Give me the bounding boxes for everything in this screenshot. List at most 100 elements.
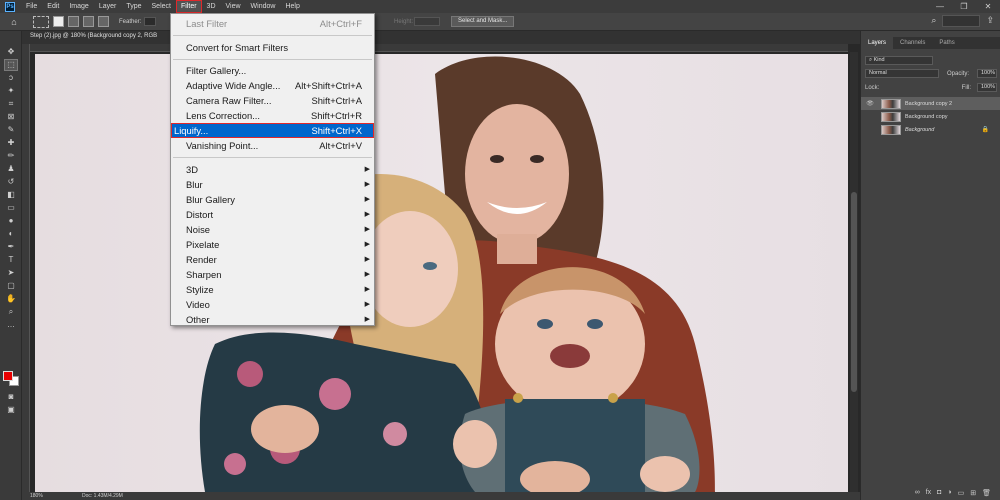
restore-icon[interactable]: ❐: [952, 0, 976, 13]
opacity-input[interactable]: 100%: [976, 69, 997, 78]
close-icon[interactable]: ✕: [976, 0, 1000, 13]
move-tool-icon[interactable]: ✥: [5, 47, 17, 57]
menu-view[interactable]: View: [221, 0, 246, 13]
menu-item-convert-smart-filters[interactable]: Convert for Smart Filters: [171, 40, 374, 55]
feather-input[interactable]: [144, 17, 157, 26]
healing-brush-icon[interactable]: ✚: [5, 138, 17, 148]
blend-mode-dropdown[interactable]: Normal: [865, 69, 939, 78]
scrollbar-thumb[interactable]: [851, 192, 857, 392]
menu-item-adaptive-wide-angle[interactable]: Adaptive Wide Angle... Alt+Shift+Ctrl+A: [171, 78, 374, 93]
horizontal-ruler: [22, 44, 848, 52]
menu-item-lens-correction[interactable]: Lens Correction... Shift+Ctrl+R: [171, 108, 374, 123]
hand-tool-icon[interactable]: ✋: [5, 294, 17, 304]
photoshop-logo-icon[interactable]: Ps: [5, 1, 15, 12]
menu-3d[interactable]: 3D: [202, 0, 221, 13]
link-layers-icon[interactable]: ∞: [915, 489, 920, 500]
foreground-color-swatch[interactable]: [3, 371, 13, 381]
blur-tool-icon[interactable]: ●: [5, 216, 17, 226]
menu-item-blur-gallery[interactable]: Blur Gallery ▶: [171, 192, 374, 207]
home-icon[interactable]: ⌂: [5, 15, 23, 29]
menu-image[interactable]: Image: [64, 0, 93, 13]
mask-icon[interactable]: ◘: [937, 489, 941, 500]
zoom-tool-icon[interactable]: ⌕: [5, 307, 17, 317]
clone-stamp-icon[interactable]: ♟: [5, 164, 17, 174]
gradient-tool-icon[interactable]: ▭: [5, 203, 17, 213]
screen-mode-icon[interactable]: ▣: [5, 405, 17, 415]
menu-type[interactable]: Type: [121, 0, 146, 13]
menu-file[interactable]: File: [21, 0, 42, 13]
adjustment-icon[interactable]: ◑: [947, 489, 951, 500]
lasso-tool-icon[interactable]: ↄ: [5, 73, 17, 83]
quick-mask-icon[interactable]: ◙: [5, 392, 17, 402]
menu-item-render[interactable]: Render ▶: [171, 252, 374, 267]
layer-row[interactable]: Background copy: [861, 110, 1000, 123]
canvas-area[interactable]: [30, 52, 848, 492]
menu-item-pixelate[interactable]: Pixelate ▶: [171, 237, 374, 252]
menu-select[interactable]: Select: [147, 0, 176, 13]
menu-item-distort[interactable]: Distort ▶: [171, 207, 374, 222]
marquee-tool-icon[interactable]: ⬚: [4, 59, 18, 71]
pen-tool-icon[interactable]: ✒: [5, 242, 17, 252]
search-icon[interactable]: ⌕: [931, 15, 936, 27]
shape-tool-icon[interactable]: ▢: [5, 281, 17, 291]
menu-item-blur[interactable]: Blur ▶: [171, 177, 374, 192]
height-input[interactable]: [414, 17, 440, 26]
layer-row[interactable]: 👁 Background copy 2: [861, 97, 1000, 110]
menu-item-video[interactable]: Video ▶: [171, 297, 374, 312]
eraser-tool-icon[interactable]: ◧: [5, 190, 17, 200]
menu-item-3d[interactable]: 3D ▶: [171, 162, 374, 177]
kind-filter-dropdown[interactable]: ⌕ Kind: [865, 56, 933, 65]
menu-window[interactable]: Window: [246, 0, 281, 13]
path-selection-icon[interactable]: ➤: [5, 268, 17, 278]
menu-item-filter-gallery[interactable]: Filter Gallery...: [171, 63, 374, 78]
zoom-level[interactable]: 180%: [30, 492, 43, 500]
fx-icon[interactable]: fx: [926, 489, 931, 500]
minimize-icon[interactable]: —: [928, 0, 952, 13]
workspace-switcher[interactable]: [942, 15, 981, 27]
photo-canvas[interactable]: [35, 54, 848, 492]
opacity-label: Opacity:: [946, 70, 969, 77]
subtract-selection-icon[interactable]: [83, 16, 94, 27]
menu-item-last-filter[interactable]: Last Filter Alt+Ctrl+F: [171, 16, 374, 31]
menu-item-sharpen[interactable]: Sharpen ▶: [171, 267, 374, 282]
add-selection-icon[interactable]: [68, 16, 79, 27]
menu-item-stylize[interactable]: Stylize ▶: [171, 282, 374, 297]
tab-paths[interactable]: Paths: [932, 37, 961, 49]
menu-layer[interactable]: Layer: [94, 0, 122, 13]
tab-layers[interactable]: Layers: [861, 37, 894, 49]
fill-input[interactable]: 100%: [977, 83, 997, 92]
magic-wand-tool-icon[interactable]: ✦: [5, 86, 17, 96]
type-tool-icon[interactable]: T: [5, 255, 17, 265]
new-selection-icon[interactable]: [53, 16, 64, 27]
intersect-selection-icon[interactable]: [98, 16, 109, 27]
submenu-arrow-icon: ▶: [364, 316, 370, 323]
marquee-preset-icon[interactable]: [33, 15, 49, 28]
layer-row[interactable]: Background 🔒: [861, 123, 1000, 136]
select-and-mask-button[interactable]: Select and Mask...: [451, 16, 515, 27]
menu-item-camera-raw[interactable]: Camera Raw Filter... Shift+Ctrl+A: [171, 93, 374, 108]
vertical-scrollbar[interactable]: [850, 52, 858, 492]
menu-item-other[interactable]: Other ▶: [171, 312, 374, 327]
document-tab[interactable]: Step (2).jpg @ 180% (Background copy 2, …: [22, 31, 860, 44]
tab-channels[interactable]: Channels: [893, 37, 932, 49]
submenu-arrow-icon: ▶: [364, 301, 370, 308]
frame-tool-icon[interactable]: ⊠: [5, 112, 17, 122]
menu-item-liquify[interactable]: Liquify... Shift+Ctrl+X: [171, 123, 374, 138]
crop-tool-icon[interactable]: ⌗: [5, 99, 17, 109]
group-icon[interactable]: ▭: [958, 489, 965, 500]
menu-filter[interactable]: Filter: [175, 0, 202, 13]
trash-icon[interactable]: 🗑: [982, 489, 991, 500]
new-layer-icon[interactable]: ⊞: [970, 489, 976, 500]
share-icon[interactable]: ⇪: [986, 15, 994, 27]
menu-item-noise[interactable]: Noise ▶: [171, 222, 374, 237]
brush-tool-icon[interactable]: ✏: [5, 151, 17, 161]
eyedropper-tool-icon[interactable]: ✎: [5, 125, 17, 135]
menu-edit[interactable]: Edit: [42, 0, 64, 13]
more-tools-icon[interactable]: …: [5, 320, 17, 330]
dodge-tool-icon[interactable]: ◐: [5, 229, 17, 239]
filter-menu: Last Filter Alt+Ctrl+F Convert for Smart …: [170, 13, 375, 326]
menu-item-vanishing-point[interactable]: Vanishing Point... Alt+Ctrl+V: [171, 138, 374, 153]
menu-help[interactable]: Help: [280, 0, 304, 13]
history-brush-icon[interactable]: ↺: [5, 177, 17, 187]
eye-icon[interactable]: 👁: [865, 100, 875, 107]
